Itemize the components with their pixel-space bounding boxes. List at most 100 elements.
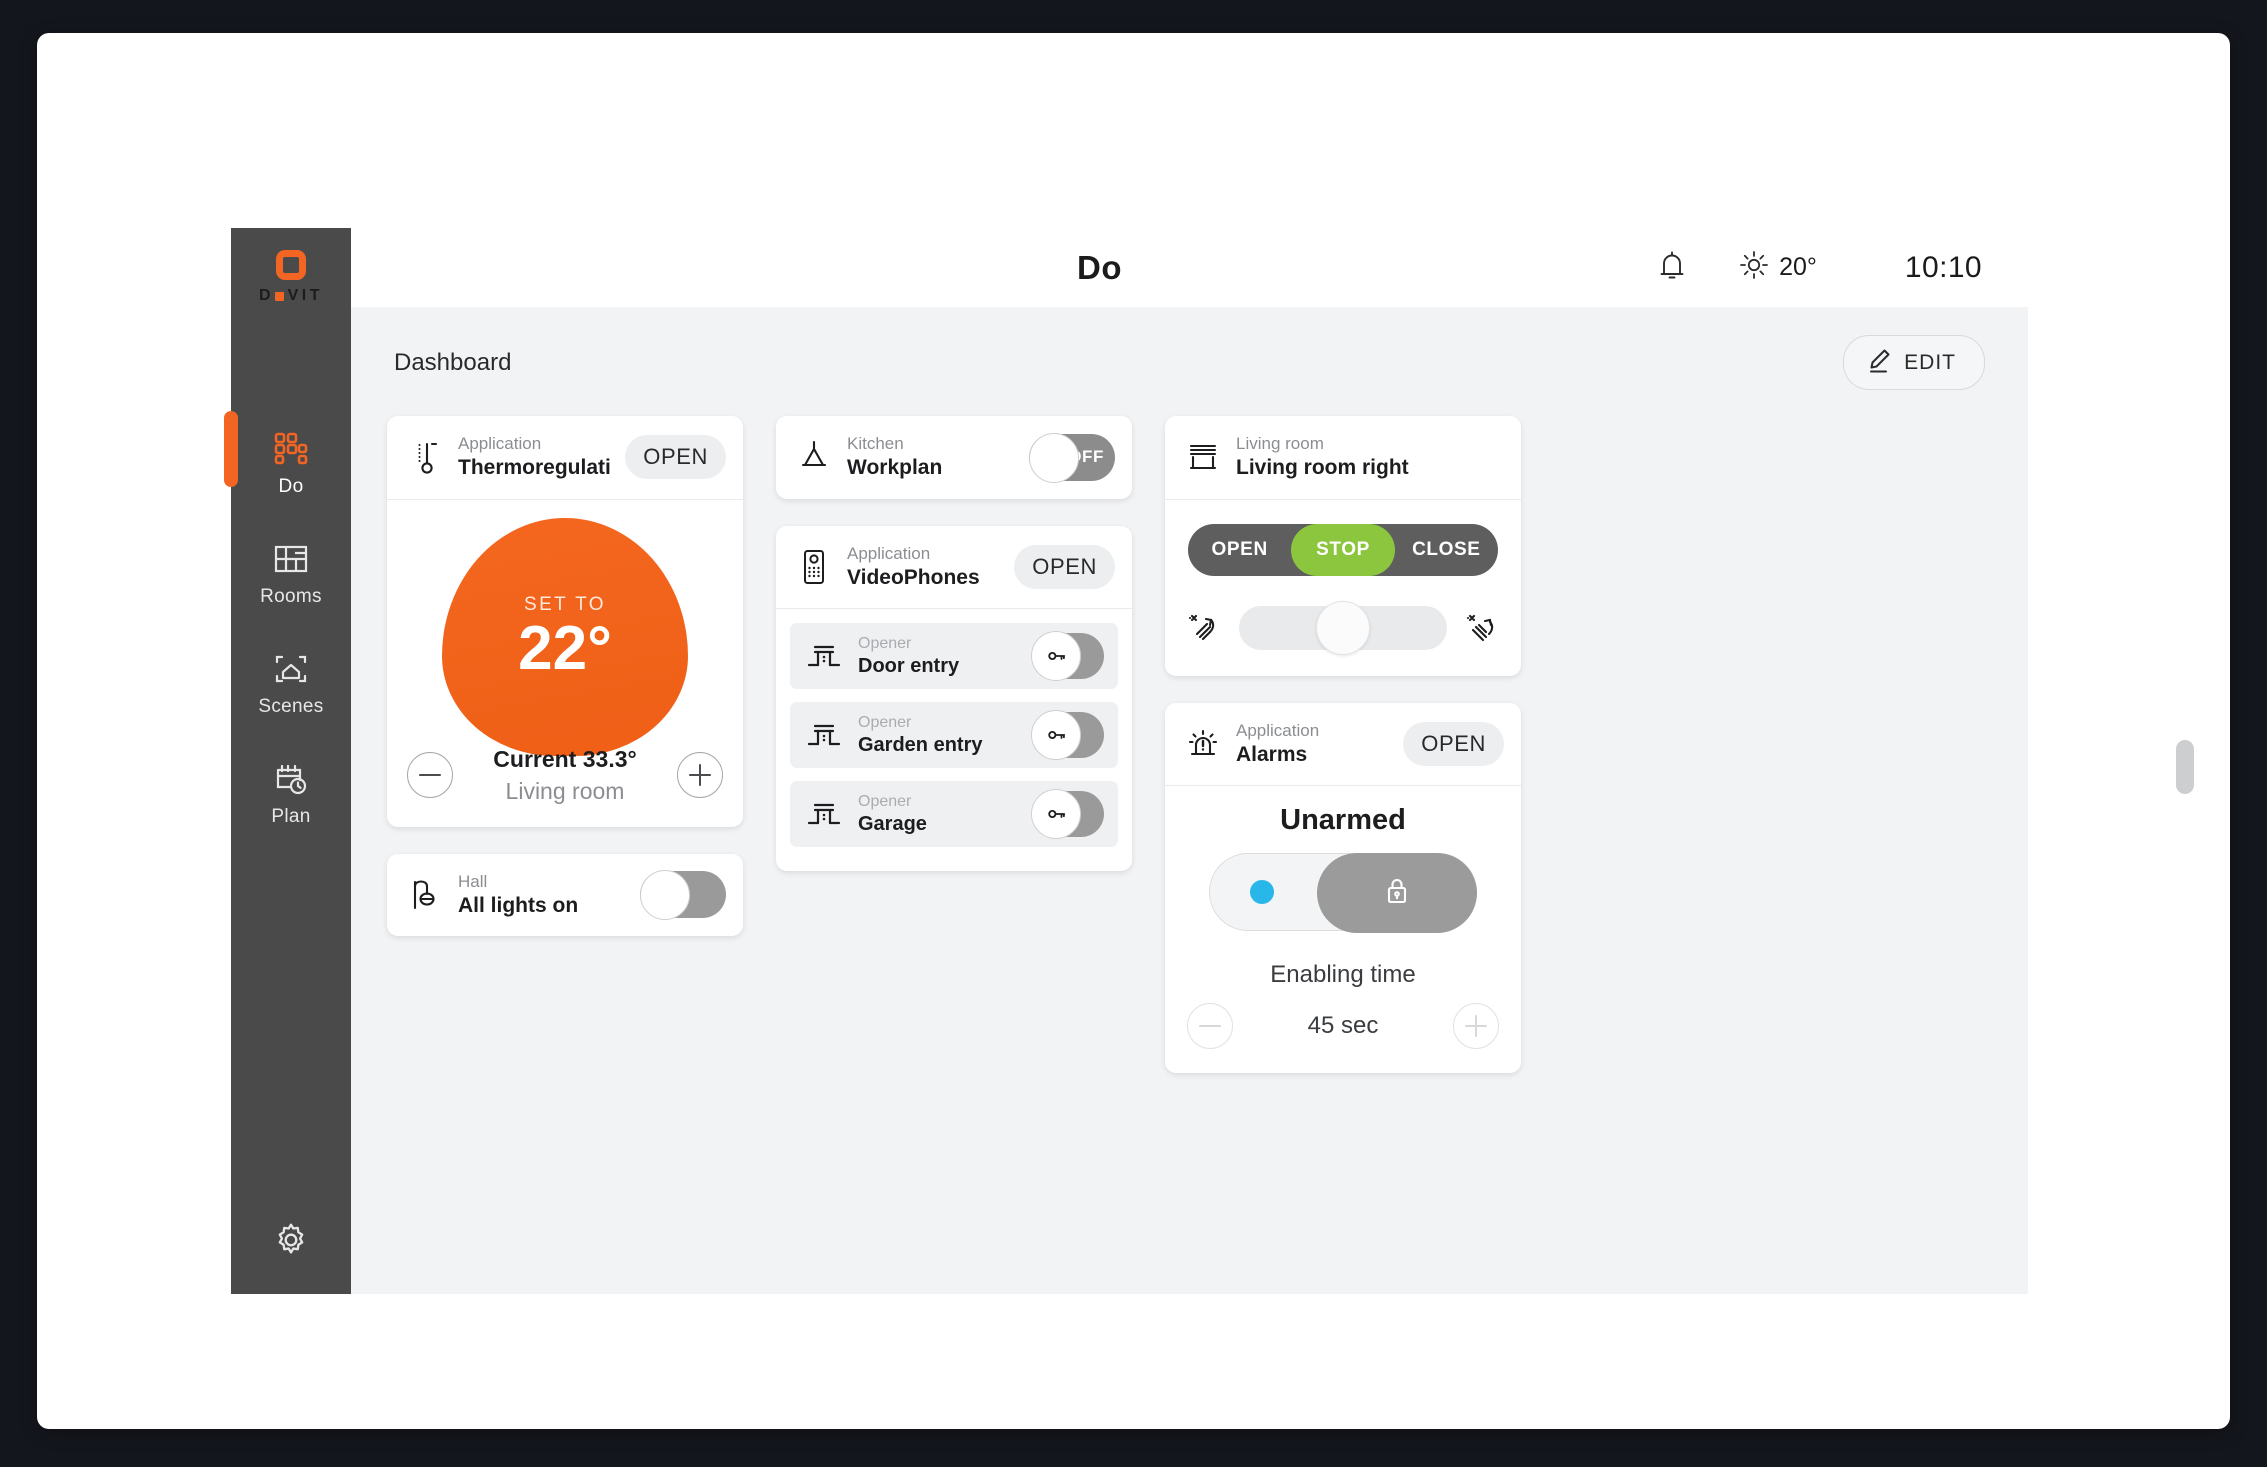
edit-button[interactable]: EDIT [1843, 335, 1985, 390]
card-subtitle: Application [1236, 720, 1320, 740]
kitchen-workplan-toggle[interactable]: OFF [1029, 432, 1115, 483]
card-hall-lights: Hall All lights on [387, 853, 743, 937]
topbar-right: 20° 10:10 [1657, 249, 1982, 286]
set-temperature-value: 22° [518, 613, 612, 683]
page-sheet: D VIT Do Rooms Scenes Plan Do 20° 10:10 … [37, 33, 2230, 1429]
floorplan-icon [273, 541, 309, 577]
bell-icon[interactable] [1657, 249, 1687, 286]
house-frame-icon [273, 651, 309, 687]
siren-icon [1185, 724, 1221, 764]
list-item[interactable]: Opener Garage [790, 781, 1118, 848]
grid-icon [273, 431, 309, 467]
blind-segmented-control: OPEN STOP CLOSE [1188, 523, 1498, 576]
blind-close-button[interactable]: CLOSE [1395, 524, 1498, 576]
column-2: Kitchen Workplan OFF Application VideoPh… [776, 416, 1132, 872]
card-subtitle: Hall [458, 871, 488, 891]
blind-tilt-left-icon[interactable] [1187, 608, 1221, 647]
card-subtitle: Living room [1236, 434, 1324, 453]
topbar: Do 20° 10:10 [351, 228, 2028, 307]
opener-key-button[interactable] [1031, 710, 1104, 761]
sidebar-item-settings[interactable] [231, 1221, 351, 1264]
sidebar: D VIT Do Rooms Scenes Plan [224, 228, 351, 1294]
list-item[interactable]: Opener Garden entry [790, 702, 1118, 769]
hall-lights-toggle[interactable] [640, 870, 726, 921]
opener-list: Opener Door entry Opener Garden entry Op… [776, 609, 1132, 871]
lock-icon [1382, 874, 1412, 913]
blind-stop-button[interactable]: STOP [1291, 523, 1395, 576]
toggle-knob [1031, 631, 1081, 682]
card-title-block: Application Thermoregulati... [458, 433, 610, 482]
alarm-arm-toggle[interactable] [1209, 853, 1477, 934]
open-button[interactable]: OPEN [1014, 544, 1115, 589]
thermostat-dial[interactable]: SET TO 22° [442, 517, 688, 756]
active-indicator [224, 411, 238, 487]
toggle-knob [1029, 432, 1079, 483]
blind-icon [1185, 437, 1221, 477]
card-header: Kitchen Workplan OFF [776, 416, 1132, 499]
card-title-block: Application VideoPhones [847, 543, 999, 592]
open-button[interactable]: OPEN [625, 435, 726, 480]
card-subtitle: Application [458, 434, 542, 453]
enabling-time-value: 45 sec [1307, 1012, 1379, 1040]
temperature-value: 20° [1779, 253, 1817, 281]
sidebar-item-label: Do [278, 475, 304, 497]
opener-name: Door entry [858, 654, 960, 677]
opener-key-button[interactable] [1031, 789, 1104, 840]
toggle-knob [1031, 789, 1081, 840]
sidebar-item-label: Scenes [258, 695, 324, 717]
card-subtitle: Application [847, 543, 931, 563]
sidebar-nav: Do Rooms Scenes Plan [231, 409, 351, 849]
status-indicator-dot [1250, 880, 1274, 905]
temperature-increase-button[interactable] [677, 752, 723, 799]
gate-icon [806, 636, 842, 676]
card-title: VideoPhones [847, 565, 980, 589]
wall-lamp-icon [407, 875, 443, 915]
sidebar-item-label: Rooms [260, 585, 322, 607]
edit-button-label: EDIT [1904, 350, 1956, 374]
blind-controls: OPEN STOP CLOSE [1165, 500, 1521, 676]
blind-tilt-right-icon[interactable] [1465, 608, 1499, 647]
enabling-time-increase-button[interactable] [1453, 1003, 1499, 1050]
pendant-lamp-icon [796, 437, 832, 477]
sidebar-item-rooms[interactable]: Rooms [231, 519, 351, 629]
app-window: D VIT Do Rooms Scenes Plan Do 20° 10:10 … [224, 228, 2028, 1294]
sidebar-item-label: Plan [271, 805, 311, 827]
opener-text-block: Opener Door entry [858, 634, 1016, 679]
thermostat-readout: Current 33.3° Living room [453, 746, 677, 805]
opener-subtitle: Opener [858, 792, 912, 810]
opener-name: Garden entry [858, 733, 983, 756]
enabling-time-controls: 45 sec [1187, 1003, 1499, 1050]
sun-icon [1739, 250, 1769, 285]
sidebar-item-scenes[interactable]: Scenes [231, 629, 351, 739]
blind-tilt-slider[interactable] [1239, 600, 1447, 655]
slider-knob[interactable] [1316, 600, 1370, 655]
blind-open-button[interactable]: OPEN [1188, 524, 1291, 576]
gate-icon [806, 794, 842, 834]
thermostat-room: Living room [505, 777, 625, 804]
card-title: Alarms [1236, 742, 1308, 766]
card-title-block: Kitchen Workplan [847, 433, 1014, 482]
card-living-room-blind: Living room Living room right OPEN STOP … [1165, 416, 1521, 676]
card-alarms: Application Alarms OPEN Unarmed Enabling… [1165, 702, 1521, 1074]
thermostat-body: SET TO 22° Current 33.3° Living room [387, 500, 743, 827]
gear-icon [272, 1221, 310, 1264]
calendar-clock-icon [273, 761, 309, 797]
card-subtitle: Kitchen [847, 434, 904, 453]
weather-indicator: 20° [1739, 250, 1817, 285]
card-title-block: Hall All lights on [458, 871, 625, 920]
opener-key-button[interactable] [1031, 631, 1104, 682]
current-temperature: Current 33.3° [493, 745, 637, 772]
list-item[interactable]: Opener Door entry [790, 623, 1118, 690]
enabling-time-decrease-button[interactable] [1187, 1003, 1233, 1050]
open-button[interactable]: OPEN [1403, 721, 1504, 766]
opener-text-block: Opener Garage [858, 792, 1016, 837]
scrollbar-thumb[interactable] [2176, 740, 2194, 794]
card-header: Application VideoPhones OPEN [776, 526, 1132, 610]
sidebar-item-do[interactable]: Do [231, 409, 351, 519]
temperature-decrease-button[interactable] [407, 752, 453, 799]
sidebar-item-plan[interactable]: Plan [231, 739, 351, 849]
card-thermoregulation: Application Thermoregulati... OPEN SET T… [387, 416, 743, 827]
enabling-time-label: Enabling time [1270, 961, 1416, 989]
card-title: All lights on [458, 893, 579, 917]
toggle-knob [1317, 853, 1477, 934]
